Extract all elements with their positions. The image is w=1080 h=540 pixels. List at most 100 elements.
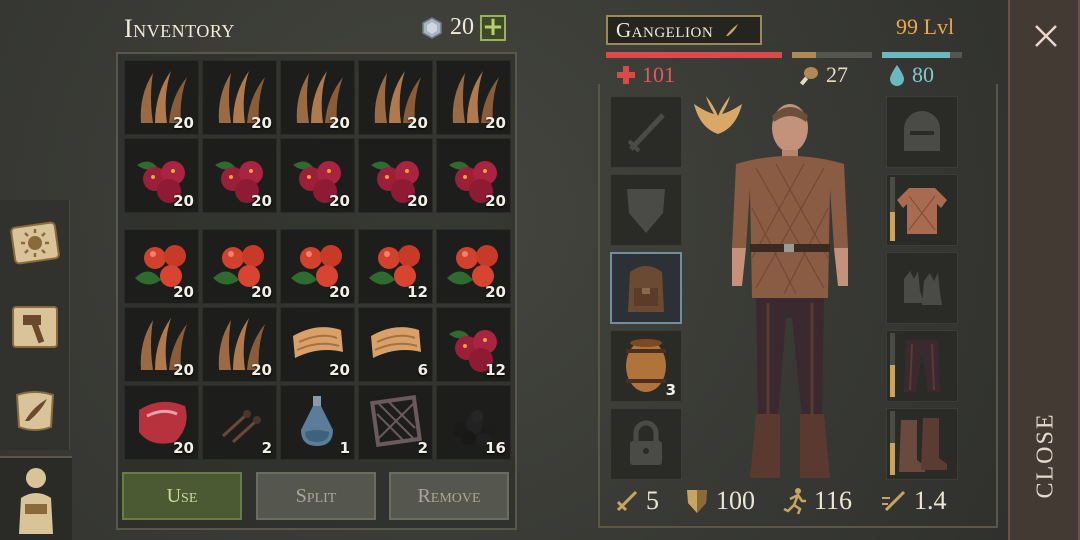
equip-slot-backpack[interactable] xyxy=(610,252,682,324)
close-icon[interactable] xyxy=(1030,20,1062,52)
armor-stat: 100 xyxy=(684,486,755,516)
use-button[interactable]: Use xyxy=(122,472,242,520)
inventory-slot[interactable]: 12 xyxy=(358,229,433,304)
currency-display: 20 + xyxy=(420,14,506,41)
gem-icon xyxy=(422,16,442,39)
close-panel[interactable]: CLOSE xyxy=(1008,0,1080,540)
attack-icon xyxy=(616,490,638,512)
inventory-slot[interactable]: 16 xyxy=(436,385,511,460)
currency-value: 20 xyxy=(450,14,474,40)
inventory-slot[interactable]: 2 xyxy=(202,385,277,460)
sword-icon xyxy=(627,113,665,153)
thirst-bar xyxy=(882,52,962,58)
character-icon xyxy=(19,468,53,534)
slot-quantity: 1 xyxy=(339,439,350,457)
multiplier-value: 1.4 xyxy=(914,486,947,515)
left-sidebar xyxy=(0,0,72,540)
slot-quantity: 6 xyxy=(417,361,428,379)
chest-durability-bar xyxy=(890,177,895,241)
inventory-slot[interactable]: 20 xyxy=(358,60,433,135)
inventory-slot[interactable]: 20 xyxy=(124,60,199,135)
boots-icon xyxy=(899,418,947,472)
inventory-slot[interactable]: 20 xyxy=(436,138,511,213)
slot-quantity: 12 xyxy=(407,283,428,301)
pants-icon xyxy=(904,340,940,392)
drumstick-icon xyxy=(799,67,818,86)
remove-button[interactable]: Remove xyxy=(389,472,509,520)
inventory-slot[interactable]: 20 xyxy=(280,138,355,213)
health-cross-icon xyxy=(617,66,635,84)
slot-quantity: 20 xyxy=(173,439,194,457)
speed-value: 116 xyxy=(814,486,853,515)
inventory-title: Inventory xyxy=(124,14,235,43)
inventory-slot[interactable]: 20 xyxy=(280,229,355,304)
slot-quantity: 20 xyxy=(407,114,428,132)
character-model xyxy=(732,104,848,478)
slot-quantity: 20 xyxy=(329,283,350,301)
equip-slot-weapon[interactable] xyxy=(610,96,682,168)
inventory-slot[interactable]: 20 xyxy=(124,307,199,382)
equip-slot-chest[interactable] xyxy=(886,174,958,246)
slot-quantity: 20 xyxy=(329,192,350,210)
slot-quantity: 20 xyxy=(251,283,272,301)
inventory-slot[interactable]: 20 xyxy=(124,385,199,460)
inventory-slot[interactable]: 6 xyxy=(358,307,433,382)
inventory-slot[interactable]: 12 xyxy=(436,307,511,382)
multiplier-stat: 1.4 xyxy=(880,486,947,516)
slot-quantity: 20 xyxy=(485,283,506,301)
boots-durability-bar xyxy=(890,411,895,475)
health-bar xyxy=(606,52,782,58)
slot-quantity: 20 xyxy=(485,192,506,210)
inventory-slot[interactable]: 20 xyxy=(202,60,277,135)
equip-slot-barrel[interactable]: 3 xyxy=(610,330,682,402)
slot-quantity: 20 xyxy=(173,192,194,210)
slot-quantity: 20 xyxy=(251,361,272,379)
jacket-icon xyxy=(897,188,947,234)
slot-quantity: 20 xyxy=(251,114,272,132)
character-level: 99 Lvl xyxy=(896,14,955,39)
equip-slot-boots[interactable] xyxy=(886,408,958,480)
inventory-slot[interactable]: 20 xyxy=(202,307,277,382)
equip-slot-locked[interactable] xyxy=(610,408,682,480)
close-button[interactable]: CLOSE xyxy=(1010,380,1080,530)
equip-slot-shield[interactable] xyxy=(610,174,682,246)
attack-stat: 5 xyxy=(614,486,659,516)
split-button[interactable]: Split xyxy=(256,472,376,520)
inventory-slot[interactable]: 20 xyxy=(124,138,199,213)
slot-quantity: 20 xyxy=(329,361,350,379)
slot-quantity: 20 xyxy=(251,192,272,210)
inventory-slot[interactable]: 20 xyxy=(202,138,277,213)
sidebar-item-crafting[interactable] xyxy=(6,298,64,356)
slot-quantity: 20 xyxy=(407,192,428,210)
slot-quantity: 2 xyxy=(417,439,428,457)
inventory-slot[interactable]: 20 xyxy=(280,307,355,382)
inventory-slot[interactable]: 20 xyxy=(124,229,199,304)
add-currency-button[interactable]: + xyxy=(480,14,506,41)
inventory-slot[interactable]: 20 xyxy=(280,60,355,135)
inventory-slot[interactable]: 2 xyxy=(358,385,433,460)
slot-quantity: 20 xyxy=(173,283,194,301)
running-icon xyxy=(783,488,806,515)
sidebar-item-journal[interactable] xyxy=(6,214,64,272)
inventory-slot[interactable]: 20 xyxy=(436,229,511,304)
close-label: CLOSE xyxy=(1032,411,1059,499)
sun-book-icon xyxy=(10,221,60,265)
sidebar-item-character[interactable] xyxy=(0,456,72,540)
barrel-quantity: 3 xyxy=(665,381,676,399)
water-drop-icon xyxy=(890,65,904,86)
scroll-quill-icon xyxy=(15,391,55,431)
hammer-icon xyxy=(12,306,58,348)
sidebar-item-scroll[interactable] xyxy=(6,382,64,440)
inventory-slot[interactable]: 20 xyxy=(202,229,277,304)
inventory-slot[interactable]: 20 xyxy=(358,138,433,213)
equip-slot-legs[interactable] xyxy=(886,330,958,402)
hunger-bar xyxy=(792,52,872,58)
equip-slot-gloves[interactable] xyxy=(886,252,958,324)
equip-slot-helmet[interactable] xyxy=(886,96,958,168)
slot-quantity: 2 xyxy=(261,439,272,457)
inventory-slot[interactable]: 1 xyxy=(280,385,355,460)
slot-quantity: 12 xyxy=(485,361,506,379)
inventory-slot[interactable]: 20 xyxy=(436,60,511,135)
quill-edit-icon[interactable] xyxy=(723,21,741,39)
character-name-box[interactable]: Gangelion xyxy=(606,15,762,45)
